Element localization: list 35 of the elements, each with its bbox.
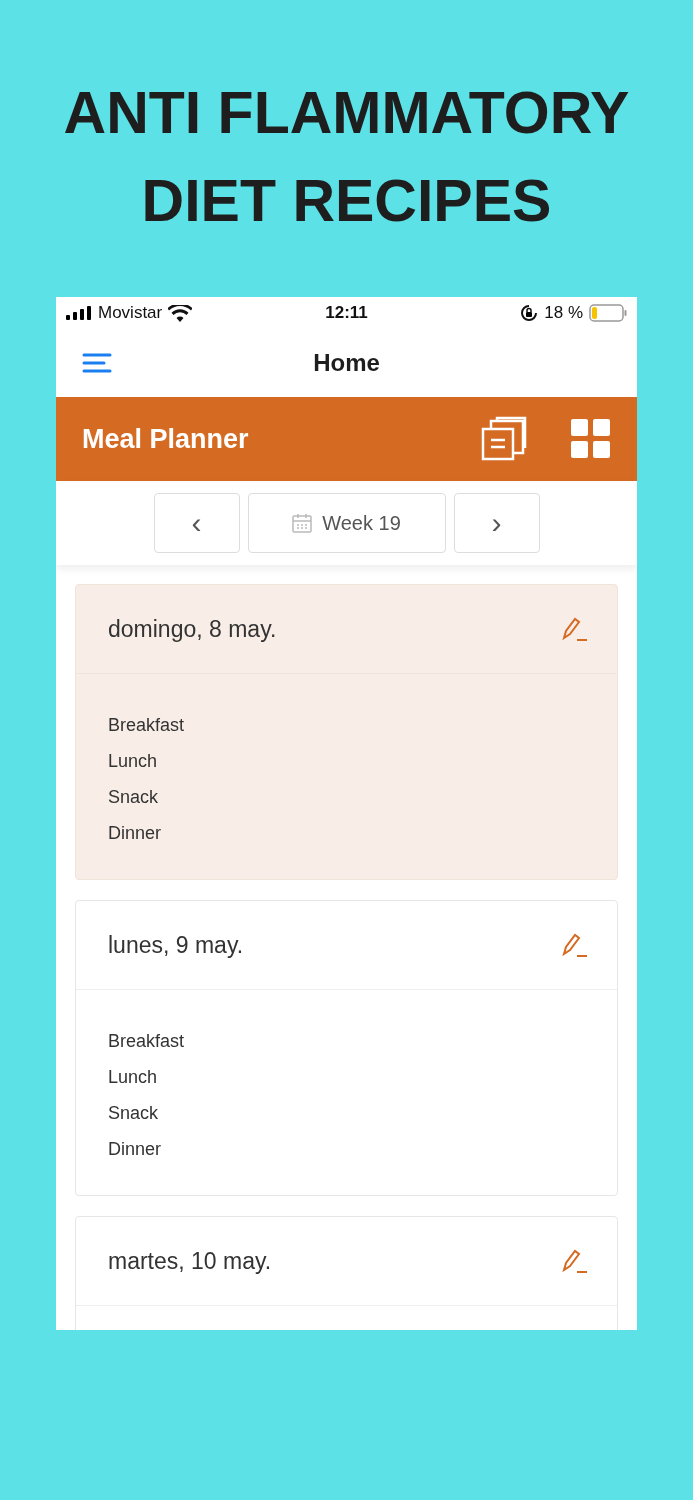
meal-label: Breakfast [108, 1030, 186, 1053]
clock-time: 12:11 [325, 303, 368, 322]
day-card[interactable]: domingo, 8 may. Breakfast Lunch Snack Dinner [75, 584, 618, 880]
meal-label: Breakfast [108, 714, 186, 737]
carrier-name: Movistar [98, 303, 163, 323]
copy-list-icon[interactable] [481, 416, 527, 462]
week-selector[interactable]: Week 19 [247, 493, 446, 553]
meal-label: Snack [108, 786, 160, 809]
meal-label: Dinner [108, 822, 163, 845]
next-week-button[interactable]: › [453, 493, 540, 553]
promo-title: DIET RECIPES [141, 167, 552, 236]
day-card[interactable]: lunes, 9 may. Breakfast Lunch Snack Dinner [75, 900, 618, 1196]
meal-label: Dinner [108, 1138, 163, 1161]
promo-title: ANTI FLAMMATORY [63, 79, 630, 148]
signal-icon [66, 306, 92, 320]
calendar-icon [292, 513, 313, 533]
menu-icon[interactable] [82, 353, 112, 373]
rotation-lock-icon [520, 304, 539, 322]
battery-percentage: 18 % [544, 303, 583, 323]
meal-label: Snack [108, 1102, 160, 1125]
day-date: lunes, 9 may. [108, 931, 245, 959]
meal-label: Lunch [108, 1066, 159, 1089]
pencil-icon[interactable] [561, 1247, 589, 1275]
battery-icon [589, 304, 627, 322]
planner-title: Meal Planner [82, 423, 250, 455]
screen-title: Home [313, 349, 380, 377]
day-date: martes, 10 may. [108, 1247, 273, 1275]
previous-week-button[interactable]: ‹ [153, 493, 240, 553]
day-card[interactable]: martes, 10 may. [75, 1216, 618, 1330]
meal-label: Lunch [108, 750, 159, 773]
day-date: domingo, 8 may. [108, 615, 278, 643]
grid-icon[interactable] [571, 419, 611, 459]
pencil-icon[interactable] [561, 615, 589, 643]
wifi-icon [168, 304, 193, 322]
pencil-icon[interactable] [561, 931, 589, 959]
